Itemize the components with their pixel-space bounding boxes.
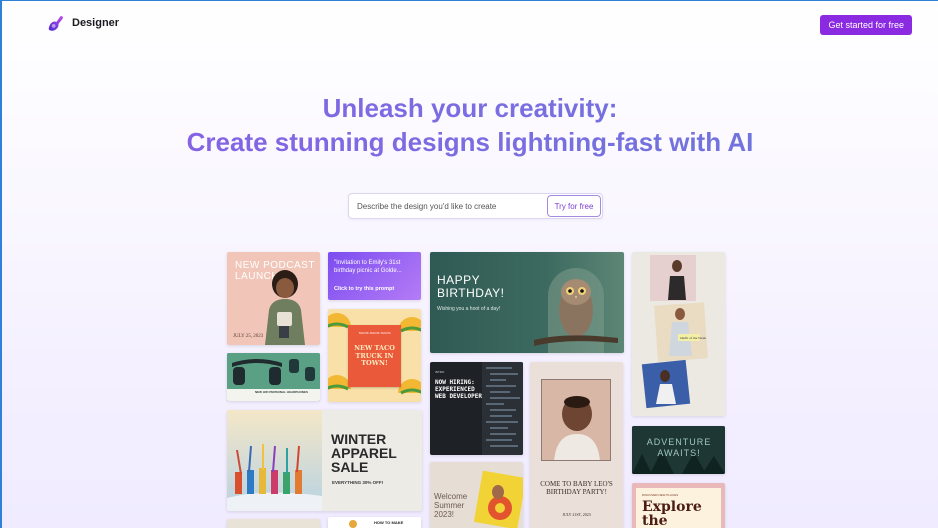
winter-title: WINTER APPAREL SALE bbox=[331, 431, 397, 475]
podcast-person-image bbox=[265, 270, 305, 345]
skiers-image bbox=[227, 410, 322, 511]
template-welcome-summer[interactable]: Welcome Summer 2023! bbox=[430, 462, 523, 528]
explore-panel: DISCOVER NEW PLACES Explore the World bbox=[636, 488, 721, 528]
template-taco-truck[interactable]: TACOS TACOS TACOS NEW TACO TRUCK IN TOWN… bbox=[328, 309, 421, 402]
howto-title: HOW TO MAKE bbox=[374, 520, 404, 525]
template-baby-birthday[interactable]: COME TO BABY LEO'S BIRTHDAY PARTY! JULY … bbox=[530, 362, 623, 528]
birthday-subtitle: Wishing you a hoot of a day! bbox=[437, 306, 501, 312]
taco-kicker: TACOS TACOS TACOS bbox=[358, 331, 391, 335]
prompt-text: "Invitation to Emily's 31st birthday pic… bbox=[334, 260, 402, 274]
template-how-to-make[interactable]: HOW TO MAKE bbox=[328, 517, 421, 528]
summer-title: Welcome Summer 2023! bbox=[434, 492, 468, 519]
pool-float-image bbox=[474, 470, 523, 528]
food-icon bbox=[349, 520, 357, 528]
prompt-box: Try for free bbox=[348, 193, 603, 219]
taco-panel: TACOS TACOS TACOS NEW TACO TRUCK IN TOWN… bbox=[348, 325, 401, 387]
template-fashion-collage[interactable]: Outfit of the Week bbox=[632, 252, 725, 416]
birthday-title: HAPPY BIRTHDAY! bbox=[437, 273, 505, 300]
prompt-input[interactable] bbox=[349, 201, 544, 211]
explore-kicker: DISCOVER NEW PLACES bbox=[642, 493, 679, 497]
baby-title: COME TO BABY LEO'S BIRTHDAY PARTY! bbox=[540, 480, 613, 496]
winter-subtitle: EVERYTHING 30% OFF! bbox=[332, 480, 384, 485]
get-started-button[interactable]: Get started for free bbox=[820, 15, 912, 35]
podcast-date: JULY 25, 2023 bbox=[233, 334, 264, 339]
designer-logo-icon bbox=[48, 16, 63, 31]
hero-line-2: Create stunning designs lightning-fast w… bbox=[186, 127, 754, 157]
explore-title: Explore the World bbox=[642, 499, 702, 528]
baby-image bbox=[542, 380, 610, 460]
fashion-collage-image bbox=[641, 255, 708, 409]
hero-line-1: Unleash your creativity: bbox=[322, 93, 618, 123]
brand-logo[interactable]: Designer bbox=[47, 14, 119, 32]
hero-title: Unleash your creativity: Create stunning… bbox=[2, 91, 938, 159]
template-prompt-card[interactable]: "Invitation to Emily's 31st birthday pic… bbox=[328, 252, 421, 300]
template-partial-beige[interactable] bbox=[227, 519, 320, 528]
top-bar: Designer Get started for free bbox=[2, 1, 938, 47]
template-now-hiring[interactable]: INTRO NOW HIRING: EXPERIENCED WEB DEVELO… bbox=[430, 362, 523, 455]
hero: Unleash your creativity: Create stunning… bbox=[2, 91, 938, 159]
click-to-try-prompt[interactable]: Click to try this prompt bbox=[334, 286, 394, 292]
template-happy-birthday[interactable]: HAPPY BIRTHDAY! Wishing you a hoot of a … bbox=[430, 252, 624, 353]
template-winter-sale[interactable]: WINTER APPAREL SALE EVERYTHING 30% OFF! bbox=[227, 410, 422, 511]
template-explore-world[interactable]: DISCOVER NEW PLACES Explore the World bbox=[632, 483, 725, 528]
code-screen-image bbox=[482, 362, 523, 455]
taco-title: NEW TACO TRUCK IN TOWN! bbox=[354, 344, 395, 367]
adventure-title: ADVENTURE AWAITS! bbox=[646, 437, 712, 458]
baby-date: JULY 21ST, 2023 bbox=[562, 512, 591, 517]
hiring-kicker: INTRO bbox=[435, 370, 445, 374]
hiring-title: NOW HIRING: EXPERIENCED WEB DEVELOPER bbox=[435, 379, 482, 400]
try-for-free-button[interactable]: Try for free bbox=[547, 195, 601, 217]
brand-name: Designer bbox=[72, 17, 120, 29]
headphones-caption: NEW HIFI PERSONAL HEADPHONES bbox=[255, 390, 308, 394]
template-headphones[interactable]: NEW HIFI PERSONAL HEADPHONES bbox=[227, 353, 320, 401]
fashion-caption: Outfit of the Week bbox=[680, 336, 706, 340]
owl-image bbox=[534, 268, 618, 353]
template-podcast[interactable]: NEW PODCAST LAUNCH JULY 25, 2023 bbox=[227, 252, 320, 345]
template-adventure[interactable]: ADVENTURE AWAITS! bbox=[632, 426, 725, 474]
baby-photo-frame bbox=[541, 379, 611, 461]
